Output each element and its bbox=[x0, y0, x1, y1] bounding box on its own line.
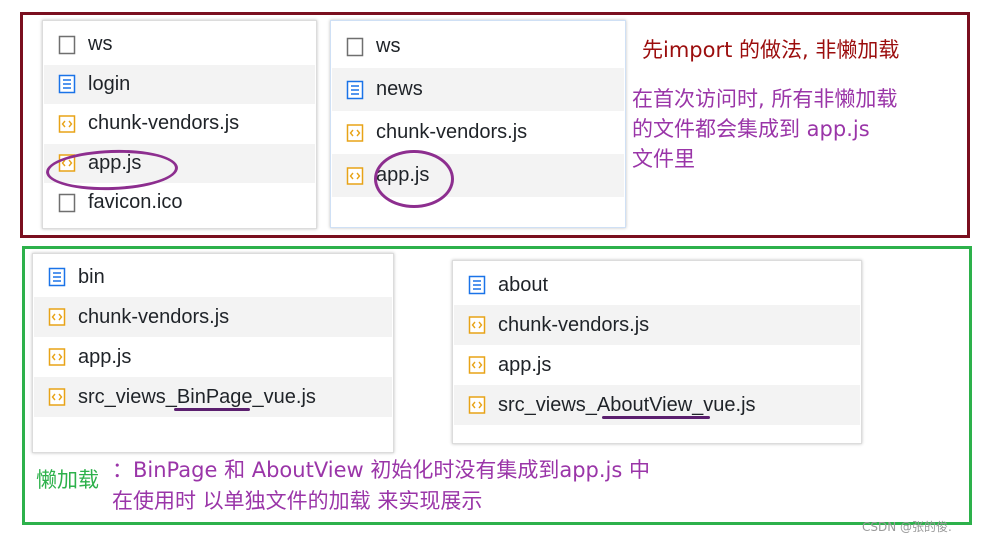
document-icon bbox=[48, 267, 66, 287]
request-name: src_views_BinPage_vue.js bbox=[78, 385, 316, 408]
network-list-bin: bin chunk-vendors.js app.js src_views_BinPa… bbox=[32, 253, 394, 453]
request-row[interactable]: chunk-vendors.js bbox=[332, 111, 624, 154]
watermark: CSDN @张的俊. bbox=[862, 520, 952, 534]
js-file-icon bbox=[58, 114, 76, 134]
js-file-icon bbox=[346, 166, 364, 186]
document-icon bbox=[58, 74, 76, 94]
network-list-login: ws login chunk-vendors.js app.js favicon.ico bbox=[42, 20, 317, 229]
request-row[interactable]: about bbox=[454, 265, 860, 305]
lazy-label: 懒加载 bbox=[36, 468, 99, 492]
request-row[interactable]: app.js bbox=[454, 345, 860, 385]
underline-aboutview bbox=[602, 416, 710, 419]
request-name: bin bbox=[78, 265, 105, 288]
eager-description: 在首次访问时, 所有非懒加载 的文件都会集成到 app.js 文件里 bbox=[632, 87, 898, 171]
request-name: favicon.ico bbox=[88, 191, 183, 214]
request-row[interactable]: chunk-vendors.js bbox=[34, 297, 392, 337]
js-file-icon bbox=[468, 355, 486, 375]
request-name: chunk-vendors.js bbox=[498, 313, 650, 336]
js-file-icon bbox=[48, 307, 66, 327]
request-row[interactable]: src_views_BinPage_vue.js bbox=[34, 377, 392, 417]
document-icon bbox=[468, 275, 486, 295]
request-name: app.js bbox=[78, 345, 132, 368]
request-name: ws bbox=[376, 35, 401, 57]
request-name: chunk-vendors.js bbox=[376, 121, 528, 143]
request-row[interactable]: login bbox=[44, 64, 315, 104]
request-name: ws bbox=[88, 33, 113, 56]
js-file-icon bbox=[468, 315, 486, 335]
request-name: src_views_AboutView_vue.js bbox=[498, 393, 756, 416]
js-file-icon bbox=[346, 123, 364, 143]
underline-binpage bbox=[174, 408, 250, 411]
document-icon bbox=[346, 80, 364, 100]
request-row[interactable]: news bbox=[332, 68, 624, 111]
blank-file-icon bbox=[346, 37, 364, 57]
request-row[interactable]: src_views_AboutView_vue.js bbox=[454, 385, 860, 425]
network-list-news: ws news chunk-vendors.js app.js bbox=[330, 20, 626, 228]
js-file-icon bbox=[468, 395, 486, 415]
request-name: login bbox=[88, 72, 131, 95]
blank-file-icon bbox=[58, 193, 76, 213]
request-name: chunk-vendors.js bbox=[78, 305, 230, 328]
request-row[interactable]: chunk-vendors.js bbox=[44, 104, 315, 144]
lazy-description: ：BinPage 和 AboutView 初始化时没有集成到app.js 中 在… bbox=[112, 458, 650, 513]
request-row[interactable]: chunk-vendors.js bbox=[454, 305, 860, 345]
blank-file-icon bbox=[58, 35, 76, 55]
js-file-icon bbox=[48, 387, 66, 407]
request-row[interactable]: app.js bbox=[34, 337, 392, 377]
js-file-icon bbox=[48, 347, 66, 367]
eager-title: 先import 的做法, 非懒加载 bbox=[642, 38, 900, 62]
request-name: chunk-vendors.js bbox=[88, 112, 240, 135]
request-name: app.js bbox=[498, 353, 552, 376]
request-name: about bbox=[498, 273, 549, 296]
request-name: news bbox=[376, 78, 423, 100]
request-row[interactable]: ws bbox=[332, 25, 624, 68]
request-row[interactable]: ws bbox=[44, 25, 315, 65]
highlight-ring-news-appjs bbox=[374, 150, 454, 208]
request-row[interactable]: bin bbox=[34, 257, 392, 297]
